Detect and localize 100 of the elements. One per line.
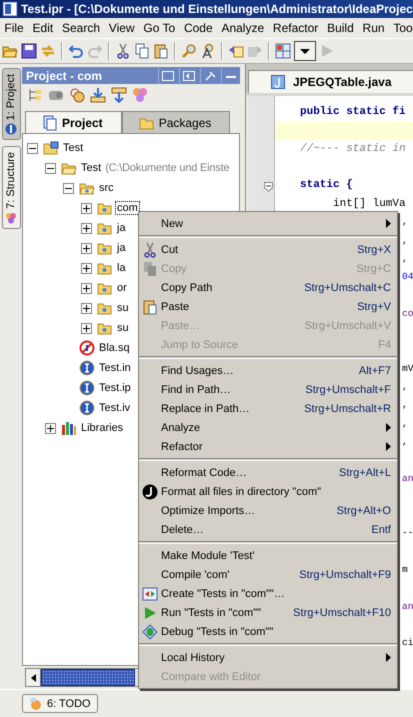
panel-tab[interactable]: Project	[25, 111, 122, 133]
menu-item[interactable]: Copy Path Strg+Umschalt+C	[139, 278, 397, 297]
expand-toggle[interactable]	[81, 222, 92, 234]
menu-item[interactable]: Too	[388, 21, 413, 35]
todo-icon	[29, 696, 43, 710]
menu-item[interactable]: Optimize Imports… Strg+Alt+O	[139, 501, 397, 520]
tree-item-label[interactable]: ja	[116, 242, 127, 254]
menu-item[interactable]: Reformat Code… Strg+Alt+L	[139, 463, 397, 482]
expand-toggle[interactable]	[81, 202, 92, 214]
collapse-arrow-icon[interactable]	[111, 87, 127, 103]
expand-toggle[interactable]	[81, 242, 92, 254]
code-line: ,	[402, 436, 408, 447]
paste-icon	[142, 298, 158, 314]
menu-item[interactable]: Run "Tests in "com"" Strg+Umschalt+F10	[139, 603, 397, 622]
code-line: ,	[402, 234, 408, 246]
tool-window-tab[interactable]: 7: Structure	[2, 146, 20, 230]
tree-item-label[interactable]: Test.in	[98, 362, 132, 374]
tree-item-label[interactable]: la	[116, 262, 127, 274]
menu-item[interactable]: New	[139, 214, 397, 233]
tree-item-label[interactable]: Test	[62, 142, 84, 154]
tree-item-label[interactable]: su	[116, 322, 130, 334]
menu-item[interactable]: Create "Tests in "com""…	[139, 584, 397, 603]
tree-item-label[interactable]: or	[116, 282, 128, 294]
expand-toggle[interactable]	[81, 282, 92, 294]
binary-grid-icon[interactable]	[275, 43, 291, 59]
code-line: ,	[402, 253, 408, 264]
expand-toggle[interactable]	[45, 422, 56, 434]
menu-item[interactable]: Refactor	[139, 437, 397, 456]
project-icon	[5, 123, 17, 136]
editor-tab[interactable]: JPEGQTable.java	[248, 70, 413, 93]
find-replace-icon[interactable]	[200, 43, 216, 59]
menu-item[interactable]: File	[0, 21, 28, 35]
expand-toggle[interactable]	[81, 262, 92, 274]
idea-file-icon	[79, 400, 95, 416]
download-arrow-icon[interactable]	[90, 87, 106, 103]
scroll-left-icon[interactable]	[30, 674, 36, 682]
copy-icon[interactable]	[134, 43, 150, 59]
menu-item[interactable]: Delete… Entf	[139, 520, 397, 539]
collapse-toggle[interactable]	[27, 142, 38, 154]
collapse-toggle[interactable]	[45, 162, 56, 174]
format-icon	[142, 484, 158, 500]
menu-item[interactable]: Analyze	[139, 418, 397, 437]
menu-item[interactable]: Make Module 'Test'	[139, 546, 397, 565]
save-icon[interactable]	[21, 43, 37, 59]
menu-item[interactable]: Find in Path… Strg+Umschalt+F	[139, 380, 397, 399]
todo-button[interactable]: 6: TODO	[22, 694, 98, 713]
autoscroll-icon[interactable]	[183, 70, 195, 80]
code-line: --	[402, 527, 413, 538]
idea-file-icon	[79, 360, 95, 376]
menu-item[interactable]: Compile 'com' Strg+Umschalt+F9	[139, 565, 397, 584]
bug-icon	[142, 624, 158, 640]
pin-icon[interactable]	[204, 70, 216, 80]
scissors-icon	[142, 242, 158, 258]
tool-window-tab[interactable]: 1: Project	[2, 68, 20, 140]
tree-item-label[interactable]: Test.ip	[98, 382, 132, 394]
tree-item-label[interactable]: Test	[80, 162, 102, 174]
paste-icon[interactable]	[153, 43, 169, 59]
code-line: an	[402, 472, 413, 484]
code-line: static {	[300, 179, 353, 192]
menu-item[interactable]: Find Usages… Alt+F7	[139, 361, 397, 380]
module-folder-icon	[43, 140, 59, 156]
structure-icon	[5, 212, 17, 224]
method-icon[interactable]	[69, 87, 85, 103]
expand-toggle[interactable]	[81, 322, 92, 334]
collapse-toggle[interactable]	[63, 182, 74, 194]
undo-icon[interactable]	[68, 43, 84, 59]
fold-marker-icon[interactable]	[264, 182, 273, 192]
tree-item-label[interactable]: Libraries	[80, 422, 124, 434]
tree-item-label[interactable]: src	[98, 182, 115, 194]
tree-icon[interactable]	[27, 87, 43, 103]
menu-item[interactable]: Format all files in directory "com"	[139, 482, 397, 501]
expand-toggle[interactable]	[81, 302, 92, 314]
menu-item[interactable]: Search	[58, 21, 104, 35]
windows-icon[interactable]	[162, 70, 174, 80]
code-line: ci	[402, 637, 413, 648]
path-note: (C:\Dokumente und Einste	[105, 162, 230, 174]
menu-item[interactable]: Go To	[138, 21, 180, 35]
menu-item[interactable]: Debug "Tests in "com""	[139, 622, 397, 641]
panel-tab[interactable]: Packages	[122, 111, 230, 133]
tree-item-label[interactable]: Bla.sq	[98, 342, 131, 354]
menu-item[interactable]: Analyze	[217, 21, 269, 35]
menu-item[interactable]: View	[104, 21, 139, 35]
menu-item[interactable]: Cut Strg+X	[139, 240, 397, 259]
scissors-icon[interactable]	[115, 43, 131, 59]
tree-item-label[interactable]: su	[116, 302, 130, 314]
dropdown-icon[interactable]	[294, 41, 316, 61]
menu-item[interactable]: Replace in Path… Strg+Umschalt+R	[139, 399, 397, 418]
menu-item[interactable]: Code	[180, 21, 218, 35]
tree-item-label[interactable]: com	[116, 202, 139, 214]
menu-item[interactable]: Edit	[28, 21, 58, 35]
code-line: 04	[402, 271, 413, 282]
menu-item[interactable]: Local History	[139, 648, 397, 667]
tree-item-label[interactable]: ja	[116, 222, 127, 234]
menu-item[interactable]: Paste Strg+V	[139, 297, 397, 316]
run-icon	[142, 604, 158, 620]
menu-item[interactable]: Build	[322, 21, 358, 35]
tree-item-label[interactable]: Test.iv	[98, 402, 132, 414]
menu-item[interactable]: Refactor	[268, 21, 323, 35]
back-arrow-icon[interactable]	[228, 43, 244, 59]
menu-item[interactable]: Run	[358, 21, 389, 35]
